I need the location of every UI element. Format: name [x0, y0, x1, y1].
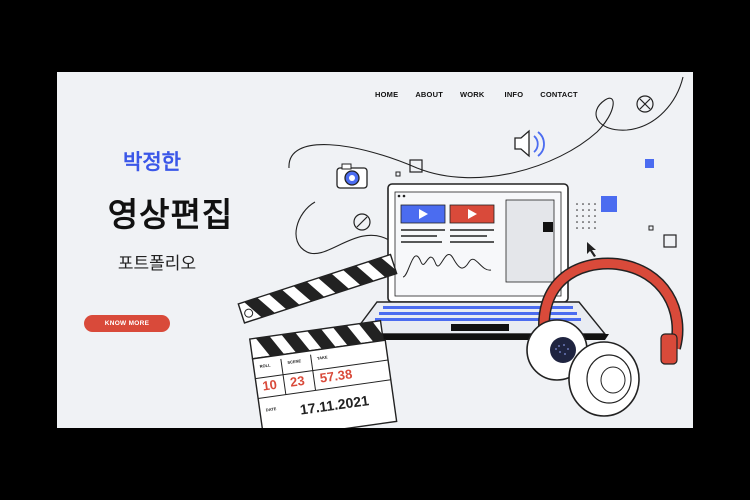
- close-circle-icon: [636, 95, 654, 113]
- hero-title: 영상편집: [107, 195, 234, 234]
- nav-home[interactable]: HOME: [375, 90, 398, 99]
- landing-page: ROLL SCENE TAKE 10 23 57.38 DATE 17.11.2…: [57, 72, 693, 428]
- no-icon: [353, 213, 371, 231]
- cursor-icon: [587, 242, 596, 257]
- square-icon: [395, 171, 401, 177]
- nav-contact[interactable]: CONTACT: [540, 90, 578, 99]
- square-icon: [648, 225, 654, 231]
- nav-about[interactable]: ABOUT: [415, 90, 443, 99]
- clapper-roll: 10: [261, 377, 277, 394]
- square-icon: [645, 159, 654, 168]
- clapper-scene: 23: [289, 373, 305, 390]
- cable-line-2: [295, 201, 390, 255]
- square-icon: [663, 234, 677, 248]
- hero-subtitle: 포트폴리오: [117, 254, 197, 274]
- nav-work[interactable]: WORK: [460, 90, 485, 99]
- nav-info[interactable]: INFO: [505, 90, 524, 99]
- square-icon: [601, 196, 617, 212]
- dot-grid: [576, 203, 596, 229]
- hero-name: 박정한: [123, 150, 181, 174]
- camera-icon: [336, 163, 368, 189]
- speaker-icon: [514, 129, 545, 158]
- top-nav: HOME ABOUT WORK INFO CONTACT: [375, 90, 578, 99]
- know-more-button[interactable]: KNOW MORE: [84, 315, 170, 332]
